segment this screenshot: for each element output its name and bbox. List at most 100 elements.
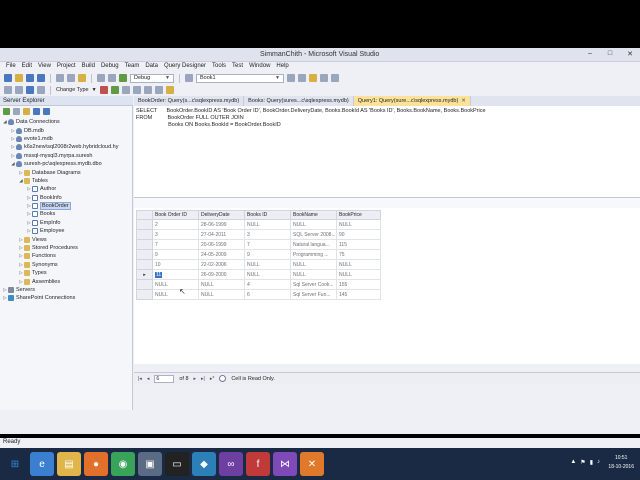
- connect-to-database-icon[interactable]: [23, 107, 30, 115]
- column-header[interactable]: Books ID: [244, 210, 291, 220]
- tree-node[interactable]: ▷ Synonyms: [2, 261, 133, 269]
- tree-node[interactable]: ◢ suresh-pc\sqlexpress.mydb.dbo: [2, 160, 133, 168]
- menu-edit[interactable]: Edit: [19, 62, 35, 72]
- find-icon[interactable]: [185, 74, 193, 82]
- tree-node[interactable]: ▷ Servers: [2, 286, 133, 294]
- table-cell[interactable]: 22-02-2006: [198, 259, 245, 270]
- menu-view[interactable]: View: [35, 62, 54, 72]
- document-tab[interactable]: Books: Query(sures...c\sqlexpress.mydb): [244, 96, 354, 106]
- table-cell[interactable]: NULL: [290, 259, 337, 270]
- add-table-icon[interactable]: [165, 86, 174, 94]
- sql-pane[interactable]: SELECT BookOrder.BookID AS 'Book Order I…: [134, 106, 640, 198]
- sql-pane-icon[interactable]: [26, 86, 34, 94]
- table-row[interactable]: 9 24-05-2009 9 Programming ... 75: [136, 249, 381, 260]
- table-cell[interactable]: NULL: [336, 259, 381, 270]
- verify-sql-icon[interactable]: [110, 86, 119, 94]
- firefox-icon[interactable]: ●: [84, 452, 108, 476]
- tree-node[interactable]: ▷ Books: [2, 210, 133, 218]
- table-row[interactable]: NULL NULL 6 Sql Server Fun... 145: [136, 289, 381, 300]
- vs-icon[interactable]: ⋈: [273, 452, 297, 476]
- column-header[interactable]: DeliveryDate: [198, 210, 245, 220]
- start-debug-icon[interactable]: [119, 74, 127, 82]
- tree-node[interactable]: ▷ Types: [2, 269, 133, 277]
- windows-icon[interactable]: ⊞: [3, 452, 27, 476]
- table-row[interactable]: 10 22-02-2006 NULL NULL NULL: [136, 259, 381, 270]
- last-record-button[interactable]: ▸|: [201, 376, 205, 382]
- menu-test[interactable]: Test: [229, 62, 246, 72]
- table-cell[interactable]: NULL: [152, 279, 199, 290]
- table-cell[interactable]: NULL: [152, 289, 199, 300]
- table-cell[interactable]: 3: [152, 229, 199, 240]
- table-cell[interactable]: 4: [244, 279, 291, 290]
- toolbox-icon[interactable]: [309, 74, 317, 82]
- table-row[interactable]: 2 28-06-1999 NULL NULL NULL: [136, 219, 381, 230]
- diagram-pane-icon[interactable]: [4, 86, 12, 94]
- redo-icon[interactable]: [108, 74, 116, 82]
- first-record-button[interactable]: |◂: [138, 376, 142, 382]
- battery-icon[interactable]: ▮: [590, 459, 593, 466]
- tree-node[interactable]: ▷ evote1.mdb: [2, 135, 133, 143]
- open-file-icon[interactable]: [15, 74, 23, 82]
- tree-node[interactable]: ▷ Stored Procedures: [2, 244, 133, 252]
- menu-build[interactable]: Build: [79, 62, 98, 72]
- tree-node[interactable]: ◢ Data Connections: [2, 118, 133, 126]
- configuration-select[interactable]: Debug ▼: [130, 73, 174, 83]
- table-cell[interactable]: NULL: [198, 289, 245, 300]
- table-cell[interactable]: 75: [336, 249, 381, 260]
- column-header[interactable]: Book Order ID: [152, 210, 199, 220]
- start-page-icon[interactable]: [331, 74, 339, 82]
- row-selector[interactable]: [136, 229, 153, 240]
- menu-data[interactable]: Data: [142, 62, 161, 72]
- table-cell[interactable]: 24-05-2009: [198, 249, 245, 260]
- table-cell[interactable]: 11: [152, 269, 199, 280]
- next-record-button[interactable]: ▸: [194, 376, 197, 382]
- sort-ascending-icon[interactable]: [121, 86, 130, 94]
- table-cell[interactable]: SQL Server 2008...: [290, 229, 337, 240]
- tree-node[interactable]: ▷ SharePoint Connections: [2, 294, 133, 302]
- table-cell[interactable]: NULL: [290, 269, 337, 280]
- tree-node[interactable]: ▷ mssql-mysql3.myrpa.suresh: [2, 152, 133, 160]
- connect-to-server-icon[interactable]: [33, 107, 40, 115]
- visual-studio-icon[interactable]: ∞: [219, 452, 243, 476]
- taskbar-clock[interactable]: 10:51 18-10-2016: [608, 454, 634, 472]
- table-cell[interactable]: 7: [244, 239, 291, 250]
- filter-icon[interactable]: [143, 86, 152, 94]
- menu-file[interactable]: File: [3, 62, 19, 72]
- tree-node[interactable]: ▷ Database Diagrams: [2, 168, 133, 176]
- new-record-button[interactable]: ▸*: [210, 376, 214, 382]
- undo-icon[interactable]: [97, 74, 105, 82]
- table-cell[interactable]: 9: [244, 249, 291, 260]
- properties-icon[interactable]: [298, 74, 306, 82]
- find-combo[interactable]: Book1 ▼: [196, 73, 284, 83]
- row-selector[interactable]: [136, 219, 153, 230]
- flash-icon[interactable]: f: [246, 452, 270, 476]
- table-cell[interactable]: 9: [152, 249, 199, 260]
- criteria-pane-icon[interactable]: [15, 86, 23, 94]
- table-cell[interactable]: 27-04-2011: [198, 229, 245, 240]
- change-type-button[interactable]: Change Type: [56, 87, 89, 93]
- sort-descending-icon[interactable]: [132, 86, 141, 94]
- row-selector[interactable]: [136, 289, 153, 300]
- save-all-icon[interactable]: [37, 74, 45, 82]
- table-row[interactable]: 7 20-06-1999 7 Natural langua... 115: [136, 239, 381, 250]
- row-selector[interactable]: ▸: [136, 269, 153, 280]
- tree-node[interactable]: ▷ BookOrder: [2, 202, 133, 211]
- table-cell[interactable]: NULL: [244, 259, 291, 270]
- row-selector[interactable]: [136, 279, 153, 290]
- menu-team[interactable]: Team: [122, 62, 143, 72]
- table-cell[interactable]: 28-06-1999: [198, 219, 245, 230]
- media-icon[interactable]: ▣: [138, 452, 162, 476]
- cmd-icon[interactable]: ▭: [165, 452, 189, 476]
- row-selector[interactable]: [136, 239, 153, 250]
- table-cell[interactable]: 2: [152, 219, 199, 230]
- previous-record-button[interactable]: ◂: [147, 376, 150, 382]
- menu-query-designer[interactable]: Query Designer: [161, 62, 209, 72]
- minimize-button[interactable]: –: [584, 50, 596, 58]
- table-cell[interactable]: NULL: [336, 219, 381, 230]
- table-cell[interactable]: Natural langua...: [290, 239, 337, 250]
- table-cell[interactable]: Programming ...: [290, 249, 337, 260]
- table-cell[interactable]: 6: [244, 289, 291, 300]
- document-tab[interactable]: Query1: Query(sure...c\sqlexpress.mydb) ✕: [353, 96, 471, 106]
- results-pane-icon[interactable]: [37, 86, 45, 94]
- paste-icon[interactable]: [78, 74, 86, 82]
